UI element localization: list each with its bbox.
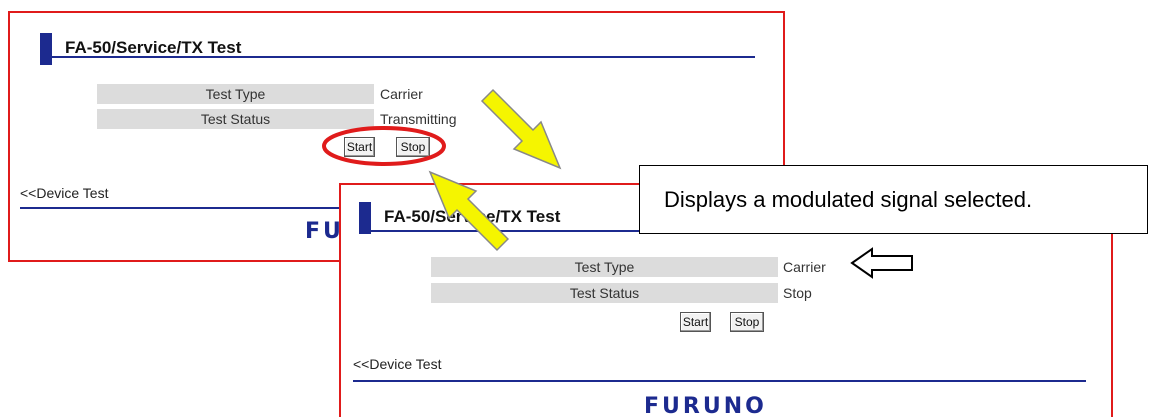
callout-box: Displays a modulated signal selected. (639, 165, 1148, 234)
swap-arrows-icon (428, 88, 562, 252)
highlight-circle (322, 126, 446, 166)
pointer-arrow-icon (850, 247, 913, 279)
